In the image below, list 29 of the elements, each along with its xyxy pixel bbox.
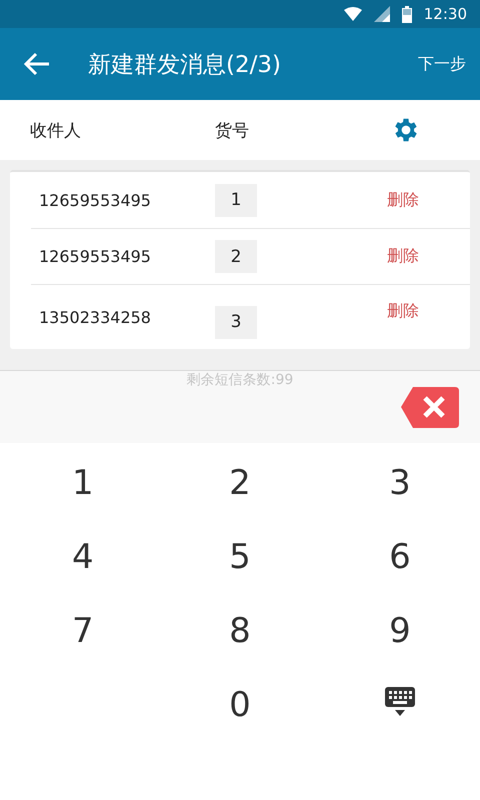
delete-button[interactable]: 删除 [387,244,419,269]
digit-key[interactable]: 2 [217,463,263,503]
digit-key[interactable]: 0 [217,685,263,725]
phone-number: 12659553495 [39,247,152,266]
signal-icon [374,6,390,22]
digit-key[interactable]: 5 [217,537,263,577]
delete-button[interactable]: 删除 [387,298,419,324]
digit-key[interactable]: 6 [377,537,423,577]
digit-key[interactable]: 8 [217,611,263,651]
column-header: 收件人 [30,120,82,142]
status-time: 12:30 [424,5,467,23]
digit-key[interactable]: 7 [60,611,106,651]
phone-number: 13502334258 [39,308,152,326]
hide-keyboard-icon[interactable] [385,687,415,716]
screen-title: 新建群发消息(2/3) [88,50,282,80]
next-step-button[interactable]: 下一步 [418,50,466,78]
phone-number: 12659553495 [39,190,152,210]
digit-key[interactable]: 3 [377,463,423,503]
item-number: 1 [215,184,257,216]
digit-key[interactable]: 4 [60,537,106,577]
item-number: 3 [215,306,257,338]
item-number: 2 [215,240,257,273]
wifi-icon [344,7,362,21]
digit-key[interactable]: 9 [377,611,423,651]
column-header: 货号 [215,120,250,142]
digit-key[interactable]: 1 [60,463,106,503]
backspace-icon[interactable] [401,386,459,428]
delete-button[interactable]: 删除 [387,188,419,212]
battery-icon [402,6,412,22]
